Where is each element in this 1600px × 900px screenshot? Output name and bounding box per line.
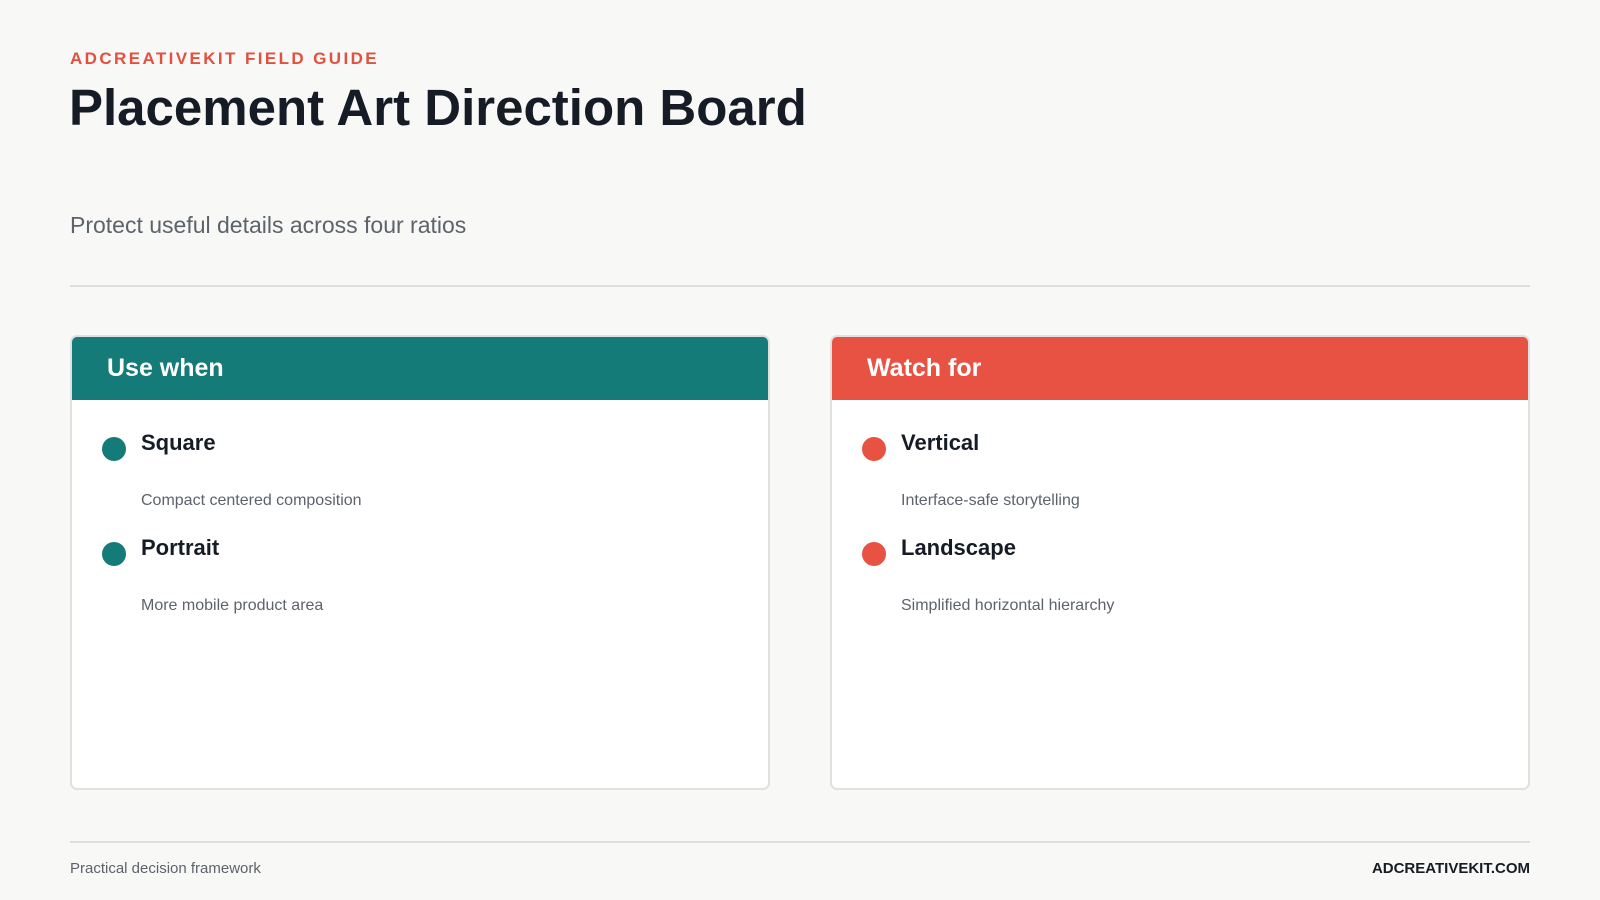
use-when-card-header: Use when [72,337,768,400]
item-title: Landscape [901,535,1016,560]
list-item-landscape: Landscape Simplified horizontal hierarch… [862,535,1502,635]
list-item-vertical: Vertical Interface-safe storytelling [862,430,1502,530]
item-title: Square [141,430,216,455]
footer-tagline: Practical decision framework [70,860,261,877]
watch-for-card: Watch for Vertical Interface-safe storyt… [830,335,1530,790]
page-title: Placement Art Direction Board [69,79,807,136]
bottom-divider [70,841,1530,843]
item-title: Vertical [901,430,980,455]
list-item-portrait: Portrait More mobile product area [102,535,742,635]
item-description: More mobile product area [141,597,324,614]
bullet-dot-icon [102,437,126,461]
eyebrow-label: ADCREATIVEKIT FIELD GUIDE [70,49,380,68]
top-divider [70,285,1530,287]
item-title: Portrait [141,535,220,560]
page-subtitle: Protect useful details across four ratio… [70,212,467,238]
list-item-square: Square Compact centered composition [102,430,742,530]
watch-for-card-header: Watch for [832,337,1528,400]
bullet-dot-icon [862,437,886,461]
item-description: Simplified horizontal hierarchy [901,597,1115,614]
item-description: Interface-safe storytelling [901,492,1080,509]
bullet-dot-icon [862,542,886,566]
bullet-dot-icon [102,542,126,566]
footer-brand: ADCREATIVEKIT.COM [1371,860,1530,877]
slide: ADCREATIVEKIT FIELD GUIDE Placement Art … [0,0,1600,900]
use-when-card: Use when Square Compact centered composi… [70,335,770,790]
item-description: Compact centered composition [141,492,362,509]
